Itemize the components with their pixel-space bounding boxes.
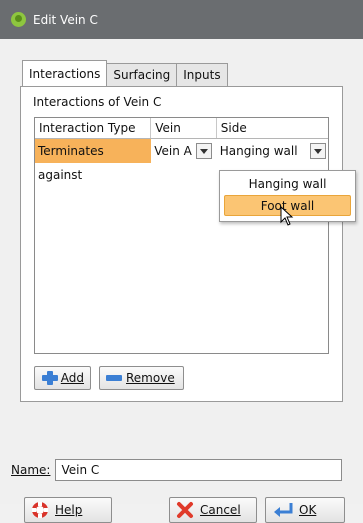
app-icon bbox=[11, 12, 26, 27]
tab-interactions[interactable]: Interactions bbox=[22, 60, 108, 86]
name-label: Name: bbox=[11, 463, 51, 477]
side-cell[interactable]: Hanging wall bbox=[217, 139, 328, 163]
interactions-panel: Interactions of Vein C Interaction Type … bbox=[20, 86, 343, 402]
dialog-body: Interactions Surfacing Inputs Interactio… bbox=[0, 39, 363, 523]
mouse-cursor-icon bbox=[280, 206, 294, 226]
cancel-button[interactable]: Cancel bbox=[169, 497, 257, 523]
vein-dropdown-button[interactable] bbox=[195, 143, 212, 159]
vein-cell[interactable]: Vein A bbox=[151, 139, 217, 163]
window-title: Edit Vein C bbox=[33, 12, 98, 27]
add-button[interactable]: Add bbox=[34, 366, 91, 390]
name-input[interactable]: Vein C bbox=[55, 459, 343, 481]
tab-bar: Interactions Surfacing Inputs bbox=[22, 60, 228, 86]
help-button[interactable]: Help bbox=[24, 497, 112, 523]
table-header: Interaction Type Vein Side bbox=[35, 118, 328, 139]
title-bar: Edit Vein C bbox=[0, 0, 363, 39]
chevron-down-icon bbox=[313, 148, 322, 154]
interactions-table: Interaction Type Vein Side Terminates ag… bbox=[34, 117, 329, 354]
add-button-label: Add bbox=[60, 371, 84, 385]
ok-button-label: OK bbox=[299, 503, 317, 517]
help-button-label: Help bbox=[55, 503, 83, 517]
name-row: Name: Vein C bbox=[11, 459, 343, 481]
dropdown-option-hanging-wall[interactable]: Hanging wall bbox=[220, 174, 355, 195]
column-header-vein[interactable]: Vein bbox=[151, 118, 217, 138]
tab-inputs[interactable]: Inputs bbox=[176, 63, 228, 86]
ok-button[interactable]: OK bbox=[265, 497, 345, 523]
tab-surfacing[interactable]: Surfacing bbox=[106, 63, 178, 86]
plus-icon bbox=[42, 371, 58, 385]
chevron-down-icon bbox=[199, 148, 208, 154]
minus-icon bbox=[106, 375, 122, 381]
column-header-side[interactable]: Side bbox=[217, 118, 328, 138]
cancel-button-label: Cancel bbox=[200, 503, 241, 517]
column-header-interaction-type[interactable]: Interaction Type bbox=[35, 118, 152, 138]
interaction-type-cell[interactable]: Terminates against bbox=[35, 139, 152, 182]
interactions-group-label: Interactions of Vein C bbox=[33, 95, 162, 109]
remove-button-label: Remove bbox=[126, 371, 175, 385]
remove-button[interactable]: Remove bbox=[99, 366, 184, 390]
side-value: Hanging wall bbox=[219, 144, 298, 158]
table-row[interactable]: Terminates against Vein A Hanging wall bbox=[35, 139, 328, 182]
side-dropdown-button[interactable] bbox=[309, 143, 326, 159]
vein-value: Vein A bbox=[154, 144, 192, 158]
